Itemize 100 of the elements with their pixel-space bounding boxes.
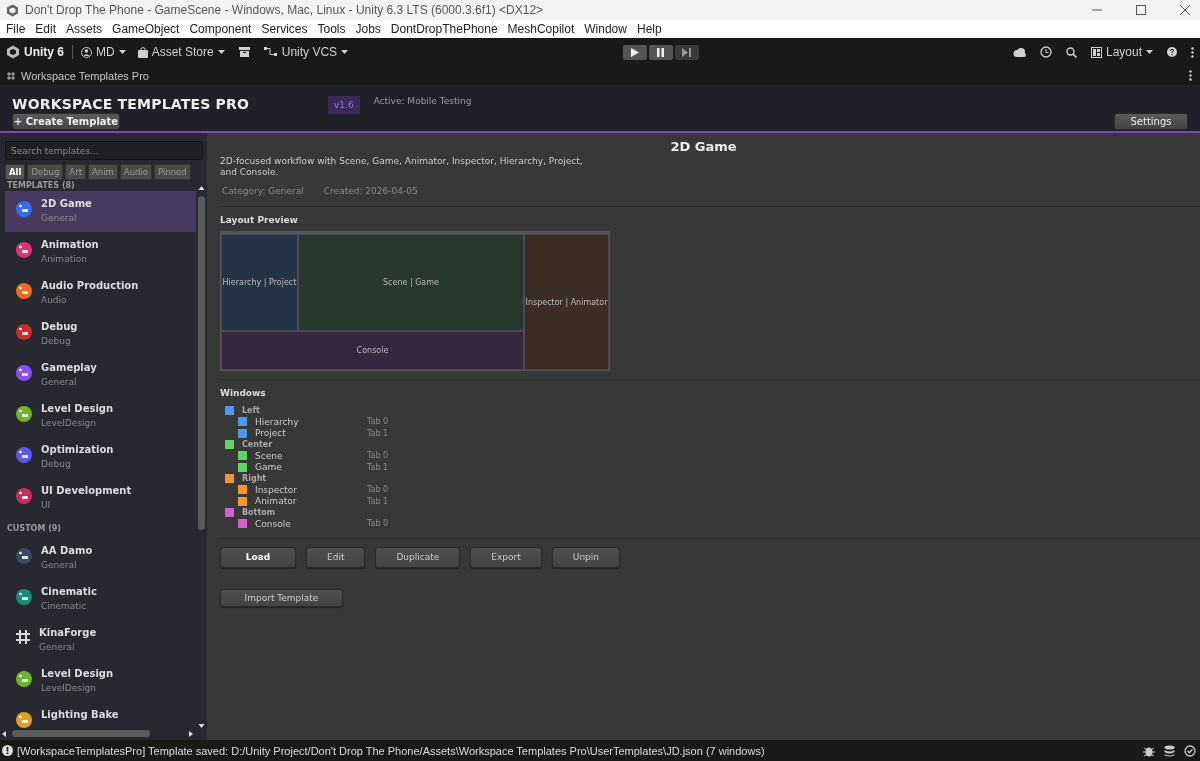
action-button[interactable]: Edit [306, 546, 366, 568]
category-label: Category: General [222, 186, 304, 196]
tab-index: Tab 0 [367, 519, 390, 529]
template-name: UI Development [41, 485, 132, 496]
template-category: Debug [41, 459, 72, 469]
menu-item[interactable]: Help [631, 22, 667, 36]
template-category: Cinematic [41, 601, 88, 611]
template-item[interactable]: Lighting Bake [5, 702, 196, 728]
menu-item[interactable]: Jobs [350, 22, 386, 36]
template-item[interactable]: Animation Animation [5, 232, 196, 273]
template-item[interactable]: Level Design LevelDesign [5, 661, 196, 702]
layout-icon [1090, 46, 1102, 58]
template-name: Audio Production [41, 280, 139, 291]
template-category: Audio [41, 295, 68, 305]
template-item[interactable]: Audio Production Audio [5, 273, 196, 314]
template-item[interactable]: Debug Debug [5, 314, 196, 355]
template-item[interactable]: UI Development UI [5, 478, 196, 519]
template-item[interactable]: AA Damo General [5, 538, 196, 579]
created-date: Created: 2026-04-05 [323, 186, 418, 196]
action-button[interactable]: Load [220, 546, 296, 568]
menu-item[interactable]: DontDropThePhone [385, 22, 503, 36]
template-item[interactable]: Optimization Debug [5, 437, 196, 478]
action-button[interactable]: Export [470, 546, 542, 568]
window-name: Console [255, 518, 292, 529]
dock-group-label: Right [242, 474, 267, 483]
history-icon[interactable] [1039, 46, 1052, 58]
tab-index: Tab 0 [367, 451, 390, 461]
import-template-button[interactable]: Import Template [220, 588, 343, 607]
template-name: Animation [41, 239, 99, 250]
more-icon[interactable] [1191, 46, 1194, 58]
step-button[interactable] [674, 44, 699, 60]
help-icon[interactable] [1167, 47, 1177, 57]
cloud-icon[interactable] [1012, 47, 1026, 57]
menu-item[interactable]: Component [184, 22, 257, 36]
tab-index: Tab 0 [367, 417, 390, 427]
template-category: UI [41, 500, 52, 510]
editor-tab[interactable]: Workspace Templates Pro [7, 69, 149, 82]
action-button[interactable]: Duplicate [375, 546, 461, 568]
template-category: Debug [41, 336, 72, 346]
menu-item[interactable]: Assets [61, 22, 108, 36]
settings-button[interactable]: Settings [1114, 113, 1188, 130]
menu-item[interactable]: MeshCopilot [502, 22, 580, 36]
create-template-button[interactable]: + Create Template [12, 113, 120, 130]
window-name: Game [255, 462, 283, 473]
template-name: Lighting Bake [41, 709, 119, 720]
template-name: Gameplay [41, 362, 97, 373]
action-button[interactable]: Unpin [551, 546, 620, 568]
window-name: Hierarchy [255, 416, 300, 427]
template-item[interactable]: Level Design LevelDesign [5, 396, 196, 437]
menu-item[interactable]: Tools [312, 22, 351, 36]
menu-item[interactable]: Window [579, 22, 632, 36]
check-circle-icon[interactable] [1184, 744, 1196, 757]
menu-item[interactable]: File [1, 22, 31, 36]
tab-index: Tab 1 [367, 496, 390, 506]
asset-store-dropdown[interactable]: Asset Store [137, 45, 225, 59]
maximize-icon[interactable] [1136, 5, 1146, 15]
preview-region: Hierarchy | Project [221, 234, 298, 331]
window-name: Scene [255, 450, 284, 461]
section-heading: CUSTOM (9) [6, 523, 62, 534]
version-control-dropdown[interactable]: Unity VCS [263, 45, 349, 59]
user-icon [81, 46, 92, 58]
filter-tab[interactable]: All [5, 164, 26, 180]
template-name: Cinematic [41, 586, 97, 597]
window-name: Inspector [255, 484, 298, 495]
close-icon[interactable] [1180, 5, 1190, 15]
template-item[interactable]: KinaForge General [5, 620, 196, 661]
account-dropdown[interactable]: MD [81, 45, 126, 59]
menu-item[interactable]: Edit [30, 22, 62, 36]
status-message: [WorkspaceTemplatesPro] Template saved: D:/Unity Project/Don't Drop The Phone/Assets\Workspace Templates Pro\UserTemplates\JD.json (7 windows) [17, 744, 766, 757]
template-item[interactable]: Gameplay General [5, 355, 196, 396]
grid-icon [7, 71, 15, 80]
template-category: LevelDesign [41, 683, 97, 693]
template-name: Optimization [41, 444, 114, 455]
caret-icon [217, 50, 225, 54]
template-category: Animation [41, 254, 88, 264]
database-icon[interactable] [1164, 744, 1175, 757]
dock-group-label: Left [242, 406, 260, 415]
shopping-bag-icon [137, 46, 148, 58]
template-item[interactable]: 2D Game General [5, 191, 196, 232]
pause-button[interactable] [648, 44, 673, 60]
window-name: Project [255, 428, 287, 439]
window-title: Don't Drop The Phone - GameScene - Windows, Mac, Linux - Unity 6.3 LTS (6000.3.6f1) <DX12> [25, 3, 545, 17]
section-heading: Layout Preview [220, 215, 299, 225]
menu-item[interactable]: GameObject [107, 22, 185, 36]
caret-icon [118, 50, 126, 54]
menu-item[interactable]: Services [256, 22, 313, 36]
active-template-label: Active: Mobile Testing [373, 96, 472, 108]
template-title: 2D Game [669, 139, 738, 154]
branch-icon [263, 47, 278, 57]
more-icon[interactable] [1189, 70, 1192, 81]
search-icon[interactable] [1065, 46, 1077, 58]
template-category: General [41, 377, 78, 387]
pause-icon [657, 47, 664, 57]
section-heading: Windows [220, 388, 267, 398]
layout-dropdown[interactable]: Layout [1090, 45, 1153, 59]
template-description: 2D-focused workflow with Scene, Game, Animator, Inspector, Hierarchy, Project, and Console. [220, 156, 584, 178]
search-field[interactable]: Search templates... [5, 141, 203, 160]
archive-icon[interactable] [238, 47, 250, 57]
play-button[interactable] [622, 44, 647, 60]
template-item[interactable]: Cinematic Cinematic [5, 579, 196, 620]
